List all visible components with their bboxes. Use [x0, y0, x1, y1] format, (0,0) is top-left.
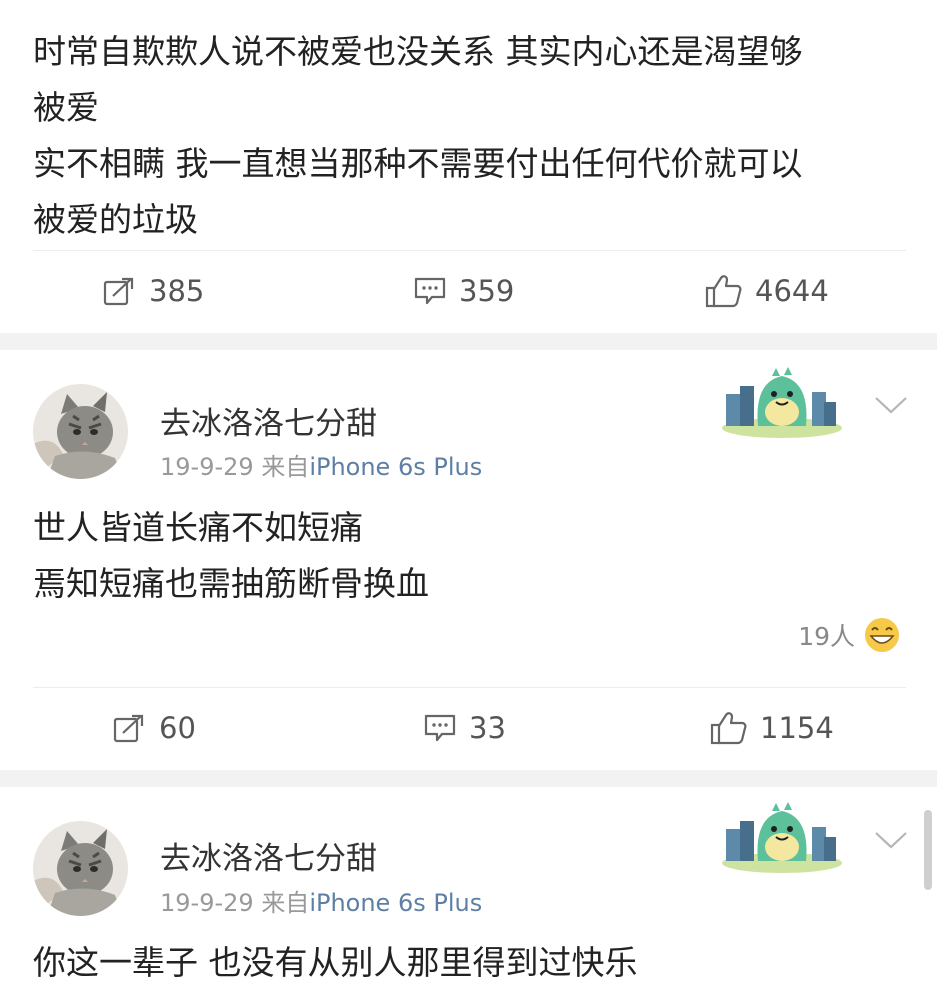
chevron-down-icon[interactable] — [872, 392, 910, 418]
divider — [33, 687, 906, 688]
dinosaur-sticker-icon[interactable] — [718, 797, 846, 877]
post-meta: 19-9-29 来自iPhone 6s Plus — [160, 883, 482, 918]
repost-count: 60 — [159, 711, 196, 745]
comment-count: 33 — [469, 711, 506, 745]
post-meta: 19-9-29 来自iPhone 6s Plus — [160, 447, 482, 482]
source-prefix: 来自 — [261, 889, 310, 917]
post-card: 时常自欺欺人说不被爱也没关系 其实内心还是渴望够 被爱 实不相瞒 我一直想当那种… — [0, 0, 937, 333]
post-text-line: 被爱的垃圾 — [33, 200, 198, 239]
like-button[interactable]: 4644 — [705, 261, 829, 321]
username[interactable]: 去冰洛洛七分甜 — [160, 398, 377, 443]
post-card: 去冰洛洛七分甜 19-9-29 来自iPhone 6s Plus 世人皆道长痛不… — [0, 350, 937, 770]
post-date: 19-9-29 — [160, 889, 254, 917]
post-card: 去冰洛洛七分甜 19-9-29 来自iPhone 6s Plus 你这一辈子 也… — [0, 787, 937, 1000]
comment-count: 359 — [459, 274, 515, 308]
comment-button[interactable]: 359 — [413, 261, 514, 321]
comment-icon — [424, 714, 456, 742]
username[interactable]: 去冰洛洛七分甜 — [160, 833, 377, 878]
post-text-line: 世人皆道长痛不如短痛 — [33, 508, 363, 547]
repost-icon — [103, 277, 134, 306]
chevron-down-icon[interactable] — [872, 827, 910, 853]
source-device-link[interactable]: iPhone 6s Plus — [309, 889, 482, 917]
dinosaur-sticker-icon[interactable] — [718, 362, 846, 442]
avatar[interactable] — [33, 384, 128, 479]
like-count: 1154 — [760, 711, 834, 745]
cat-avatar-image — [33, 384, 128, 479]
source-device-link[interactable]: iPhone 6s Plus — [309, 453, 482, 481]
like-count: 4644 — [755, 274, 829, 308]
post-text: 世人皆道长痛不如短痛 焉知短痛也需抽筋断骨换血 — [33, 500, 429, 612]
reaction-summary[interactable]: 19人 — [798, 616, 901, 654]
comment-button[interactable]: 33 — [423, 698, 506, 758]
post-text-line: 你这一辈子 也没有从别人那里得到过快乐 — [33, 943, 638, 982]
laughing-emoji-icon — [865, 618, 899, 652]
post-text: 你这一辈子 也没有从别人那里得到过快乐 — [33, 935, 638, 991]
post-text: 时常自欺欺人说不被爱也没关系 其实内心还是渴望够 被爱 实不相瞒 我一直想当那种… — [33, 24, 803, 248]
thumbs-up-icon — [710, 712, 747, 745]
post-text-line: 焉知短痛也需抽筋断骨换血 — [33, 564, 429, 603]
action-bar: 60 33 1154 — [0, 698, 937, 758]
post-text-line: 实不相瞒 我一直想当那种不需要付出任何代价就可以 — [33, 144, 803, 183]
repost-button[interactable]: 385 — [103, 261, 204, 321]
repost-count: 385 — [149, 274, 205, 308]
like-button[interactable]: 1154 — [710, 698, 834, 758]
action-bar: 385 359 4644 — [0, 261, 937, 321]
avatar[interactable] — [33, 821, 128, 916]
scrollbar[interactable] — [924, 810, 932, 890]
source-prefix: 来自 — [261, 453, 310, 481]
cat-avatar-image — [33, 821, 128, 916]
post-date: 19-9-29 — [160, 453, 254, 481]
comment-icon — [414, 277, 446, 305]
reaction-count: 19人 — [798, 622, 855, 651]
post-text-line: 被爱 — [33, 88, 99, 127]
divider — [33, 250, 906, 251]
post-text-line: 时常自欺欺人说不被爱也没关系 其实内心还是渴望够 — [33, 32, 803, 71]
thumbs-up-icon — [705, 275, 742, 308]
repost-icon — [113, 714, 144, 743]
repost-button[interactable]: 60 — [113, 698, 196, 758]
